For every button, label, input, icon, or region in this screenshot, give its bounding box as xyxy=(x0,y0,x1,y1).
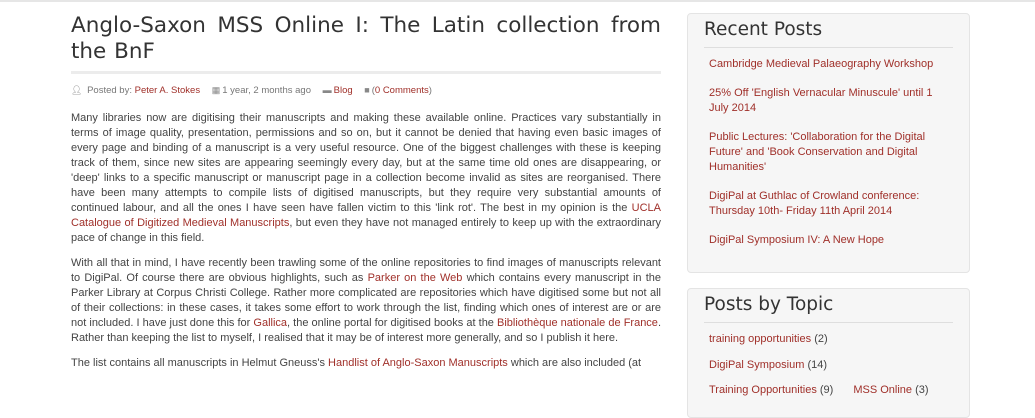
post-article: Anglo-Saxon MSS Online I: The Latin coll… xyxy=(71,10,661,381)
topic-link[interactable]: Training Opportunities xyxy=(709,384,817,396)
comments-close-paren: ) xyxy=(428,85,432,96)
paragraph-3: The list contains all manuscripts in Hel… xyxy=(71,356,661,371)
paragraph-2: With all that in mind, I have recently b… xyxy=(71,256,661,346)
topic-count: (14) xyxy=(807,358,827,371)
folder-icon: ▬ xyxy=(322,85,332,95)
recent-posts-widget: Recent Posts Cambridge Medieval Palaeogr… xyxy=(687,13,970,273)
recent-post-link[interactable]: DigiPal Symposium IV: A New Hope xyxy=(709,234,884,246)
topic-link[interactable]: DigiPal Symposium xyxy=(709,359,804,371)
widget-divider xyxy=(704,322,953,323)
paragraph-text: Many libraries now are digitising their … xyxy=(71,112,661,214)
posts-by-topic-heading: Posts by Topic xyxy=(704,294,834,315)
recent-posts-list: Cambridge Medieval Palaeography Workshop… xyxy=(688,57,969,248)
topic-count: (2) xyxy=(814,333,828,345)
recent-post-link[interactable]: 25% Off 'English Vernacular Minuscule' u… xyxy=(709,87,933,114)
posts-by-topic-widget: Posts by Topic training opportunities (2… xyxy=(687,288,970,418)
top-border xyxy=(0,0,1035,2)
list-item: training opportunities (2) xyxy=(709,332,969,347)
user-icon: 👤︎ xyxy=(71,85,83,95)
widget-divider xyxy=(704,47,953,48)
list-item: Cambridge Medieval Palaeography Workshop xyxy=(709,57,949,72)
gallica-link[interactable]: Gallica xyxy=(253,317,287,329)
recent-post-link[interactable]: DigiPal at Guthlac of Crowland conferenc… xyxy=(709,190,919,217)
recent-posts-heading: Recent Posts xyxy=(704,19,823,40)
comment-icon: ■ xyxy=(364,85,370,95)
post-content: Many libraries now are digitising their … xyxy=(71,111,661,371)
list-item: Training Opportunities (9) MSS Online (3) xyxy=(709,383,969,398)
comments-link[interactable]: 0 Comments xyxy=(375,85,429,96)
list-item: DigiPal Symposium IV: A New Hope xyxy=(709,233,949,248)
parker-on-the-web-link[interactable]: Parker on the Web xyxy=(368,272,463,284)
category-link[interactable]: Blog xyxy=(334,85,353,96)
paragraph-text: , the online portal for digitised books … xyxy=(287,317,498,329)
author-link[interactable]: Peter A. Stokes xyxy=(135,85,200,96)
recent-post-link[interactable]: Cambridge Medieval Palaeography Workshop xyxy=(709,58,933,70)
list-item: DigiPal Symposium (14) xyxy=(709,358,969,373)
topic-link[interactable]: training opportunities xyxy=(709,333,811,345)
paragraph-text: which are also included (at xyxy=(507,357,642,369)
post-title: Anglo-Saxon MSS Online I: The Latin coll… xyxy=(71,13,661,64)
handlist-link[interactable]: Handlist of Anglo-Saxon Manuscripts xyxy=(328,357,508,369)
topic-count: (9) xyxy=(819,384,834,396)
list-item: Public Lectures: 'Collaboration for the … xyxy=(709,130,949,175)
topic-list: training opportunities (2) DigiPal Sympo… xyxy=(688,332,969,398)
list-item: DigiPal at Guthlac of Crowland conferenc… xyxy=(709,189,949,219)
bnf-link[interactable]: Bibliothèque nationale de France xyxy=(497,317,658,329)
topic-link[interactable]: MSS Online xyxy=(853,384,912,396)
post-meta: 👤︎ Posted by: Peter A. Stokes ▦ 1 year, 2… xyxy=(71,83,661,97)
posted-by-label: Posted by: xyxy=(87,85,132,96)
list-item: 25% Off 'English Vernacular Minuscule' u… xyxy=(709,86,949,116)
recent-post-link[interactable]: Public Lectures: 'Collaboration for the … xyxy=(709,131,925,173)
title-divider xyxy=(71,71,661,74)
topic-count: (3) xyxy=(915,384,929,396)
post-date: 1 year, 2 months ago xyxy=(222,85,311,96)
paragraph-1: Many libraries now are digitising their … xyxy=(71,111,661,246)
calendar-icon: ▦ xyxy=(211,85,221,95)
paragraph-text: The list contains all manuscripts in Hel… xyxy=(71,357,329,369)
